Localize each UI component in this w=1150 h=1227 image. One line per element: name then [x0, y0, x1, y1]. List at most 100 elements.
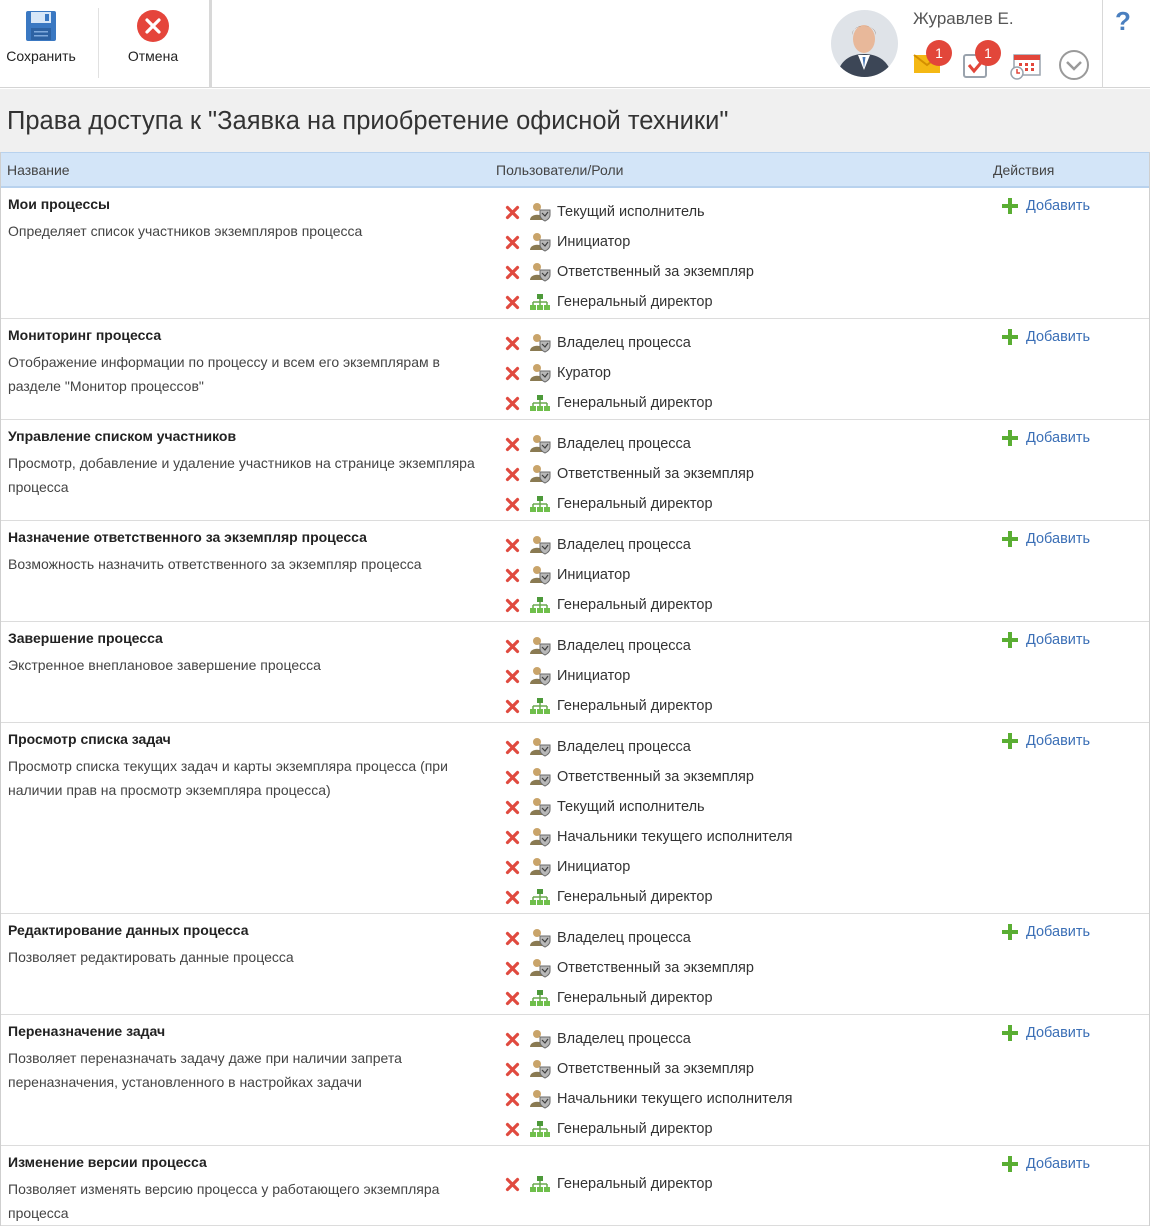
- delete-icon[interactable]: [504, 567, 521, 584]
- delete-icon[interactable]: [504, 1031, 521, 1048]
- role-label: Владелец процесса: [557, 335, 691, 351]
- delete-icon[interactable]: [504, 264, 521, 281]
- delete-icon[interactable]: [504, 466, 521, 483]
- floppy-disk-icon: [24, 9, 58, 43]
- role-label: Ответственный за экземпляр: [557, 264, 754, 280]
- permission-description: Определяет список участников экземпляров…: [8, 223, 363, 239]
- add-button[interactable]: Добавить: [1000, 922, 1090, 942]
- add-button-label: Добавить: [1026, 198, 1091, 214]
- delete-icon[interactable]: [504, 990, 521, 1007]
- messages-badge: 1: [926, 40, 952, 66]
- user-name[interactable]: Журавлев Е.: [913, 9, 1014, 29]
- add-button[interactable]: Добавить: [1000, 731, 1090, 751]
- role-icon: [529, 565, 551, 585]
- role-label: Генеральный директор: [557, 395, 713, 411]
- delete-icon[interactable]: [504, 436, 521, 453]
- delete-icon[interactable]: [504, 769, 521, 786]
- permission-description: Просмотр списка текущих задач и карты эк…: [8, 758, 448, 798]
- delete-icon[interactable]: [504, 1176, 521, 1193]
- roles-list: Владелец процесса Инициатор Генеральный ди…: [504, 530, 713, 620]
- add-button-label: Добавить: [1026, 329, 1091, 345]
- delete-icon[interactable]: [504, 335, 521, 352]
- delete-icon[interactable]: [504, 698, 521, 715]
- delete-icon[interactable]: [504, 597, 521, 614]
- toolbar-divider: [98, 8, 99, 78]
- permission-name: Мои процессы: [8, 196, 111, 212]
- permission-name: Редактирование данных процесса: [8, 922, 249, 938]
- role-item: Генеральный директор: [504, 691, 713, 721]
- cancel-button-label: Отмена: [127, 48, 179, 64]
- role-icon: [529, 857, 551, 877]
- delete-icon[interactable]: [504, 930, 521, 947]
- role-item: Куратор: [504, 358, 713, 388]
- add-button[interactable]: Добавить: [1000, 630, 1090, 650]
- delete-icon[interactable]: [504, 294, 521, 311]
- toolbar-divider: [1102, 0, 1103, 88]
- role-icon: [529, 333, 551, 353]
- add-button-label: Добавить: [1026, 531, 1091, 547]
- permission-name: Завершение процесса: [8, 630, 163, 646]
- toolbar: Сохранить Отмена Журавлев Е. 1 1 ?: [0, 0, 1150, 88]
- role-item: Инициатор: [504, 560, 713, 590]
- role-icon: [529, 827, 551, 847]
- role-label: Владелец процесса: [557, 739, 691, 755]
- save-button[interactable]: Сохранить: [0, 0, 82, 86]
- avatar[interactable]: [831, 10, 898, 77]
- roles-list: Текущий исполнитель Инициатор Ответственны…: [504, 197, 754, 317]
- orgchart-icon: [529, 988, 551, 1008]
- delete-icon[interactable]: [504, 365, 521, 382]
- delete-icon[interactable]: [504, 829, 521, 846]
- plus-icon: [1000, 529, 1020, 549]
- add-button-label: Добавить: [1026, 924, 1091, 940]
- role-item: Инициатор: [504, 852, 793, 882]
- calendar-icon[interactable]: [1009, 52, 1041, 82]
- role-label: Начальники текущего исполнителя: [557, 1091, 793, 1107]
- permission-description: Отображение информации по процессу и все…: [8, 354, 440, 394]
- role-item: Ответственный за экземпляр: [504, 953, 754, 983]
- add-button[interactable]: Добавить: [1000, 529, 1090, 549]
- delete-icon[interactable]: [504, 638, 521, 655]
- delete-icon[interactable]: [504, 739, 521, 756]
- role-icon: [529, 232, 551, 252]
- column-header-users: Пользователи/Роли: [496, 162, 624, 178]
- table-row: Редактирование данных процесса Позволяет …: [1, 914, 1149, 1015]
- role-label: Генеральный директор: [557, 1121, 713, 1137]
- table-row: Завершение процесса Экстренное внепланово…: [1, 622, 1149, 723]
- roles-list: Владелец процесса Ответственный за экземп…: [504, 1024, 793, 1144]
- delete-icon[interactable]: [504, 799, 521, 816]
- add-button[interactable]: Добавить: [1000, 428, 1090, 448]
- role-icon: [529, 363, 551, 383]
- add-button[interactable]: Добавить: [1000, 1154, 1090, 1174]
- orgchart-icon: [529, 393, 551, 413]
- chevron-down-icon[interactable]: [1058, 49, 1089, 80]
- role-label: Владелец процесса: [557, 537, 691, 553]
- table-row: Просмотр списка задач Просмотр списка тек…: [1, 723, 1149, 914]
- delete-icon[interactable]: [504, 204, 521, 221]
- delete-icon[interactable]: [504, 496, 521, 513]
- role-item: Генеральный директор: [504, 590, 713, 620]
- role-item: Начальники текущего исполнителя: [504, 822, 793, 852]
- delete-icon[interactable]: [504, 1061, 521, 1078]
- delete-icon[interactable]: [504, 960, 521, 977]
- cancel-button[interactable]: Отмена: [108, 0, 198, 86]
- role-label: Владелец процесса: [557, 638, 691, 654]
- role-label: Ответственный за экземпляр: [557, 1061, 754, 1077]
- delete-icon[interactable]: [504, 1121, 521, 1138]
- role-item: Владелец процесса: [504, 631, 713, 661]
- delete-icon[interactable]: [504, 889, 521, 906]
- delete-icon[interactable]: [504, 395, 521, 412]
- permission-name: Изменение версии процесса: [8, 1154, 207, 1170]
- role-item: Генеральный директор: [504, 489, 754, 519]
- delete-icon[interactable]: [504, 859, 521, 876]
- delete-icon[interactable]: [504, 537, 521, 554]
- delete-icon[interactable]: [504, 234, 521, 251]
- add-button[interactable]: Добавить: [1000, 327, 1090, 347]
- add-button[interactable]: Добавить: [1000, 196, 1090, 216]
- delete-icon[interactable]: [504, 1091, 521, 1108]
- delete-icon[interactable]: [504, 668, 521, 685]
- role-label: Владелец процесса: [557, 1031, 691, 1047]
- role-item: Генеральный директор: [504, 983, 754, 1013]
- add-button[interactable]: Добавить: [1000, 1023, 1090, 1043]
- help-icon[interactable]: ?: [1115, 6, 1131, 37]
- role-item: Генеральный директор: [504, 388, 713, 418]
